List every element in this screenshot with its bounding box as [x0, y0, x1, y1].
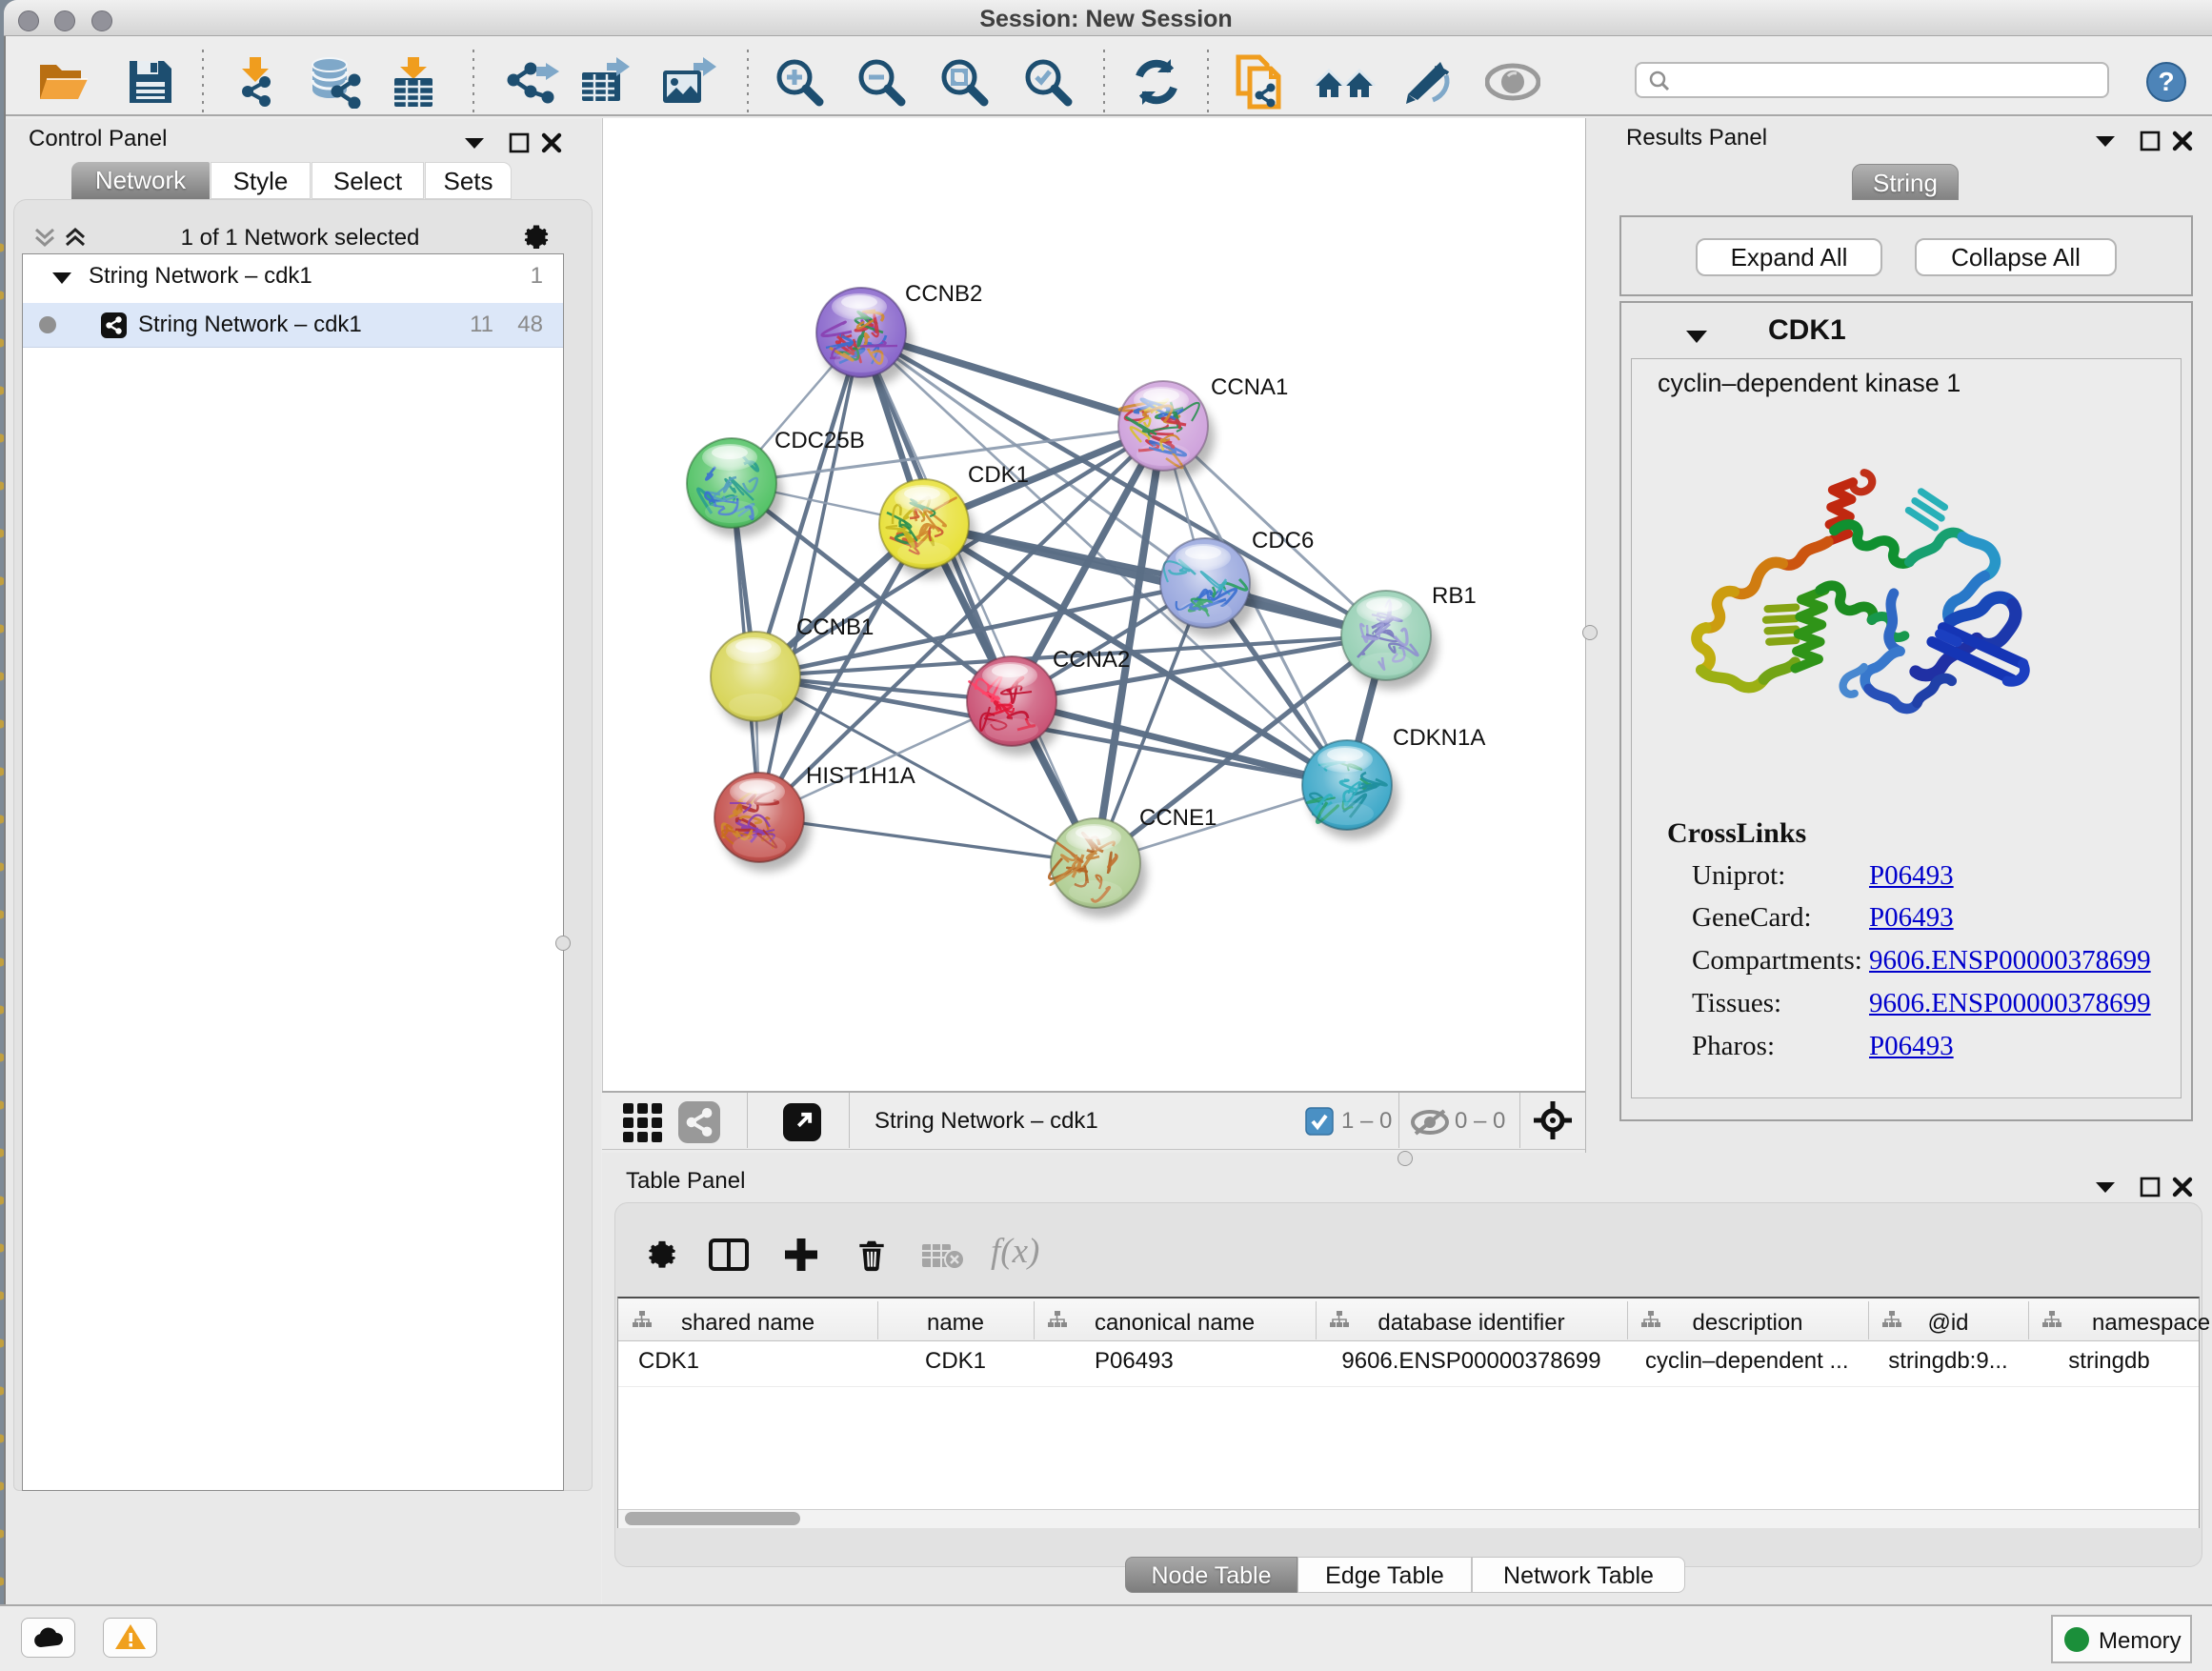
svg-text:CDKN1A: CDKN1A: [1393, 725, 1485, 751]
svg-text:CDK1: CDK1: [968, 462, 1029, 488]
svg-text:RB1: RB1: [1432, 583, 1477, 609]
svg-text:HIST1H1A: HIST1H1A: [806, 763, 915, 789]
svg-text:CDC25B: CDC25B: [774, 428, 865, 453]
svg-text:CCNB1: CCNB1: [796, 614, 874, 640]
svg-text:CCNA1: CCNA1: [1211, 374, 1288, 400]
svg-text:CCNE1: CCNE1: [1139, 805, 1217, 831]
svg-text:CCNB2: CCNB2: [905, 281, 982, 307]
svg-text:CCNA2: CCNA2: [1053, 647, 1130, 673]
svg-text:CDC6: CDC6: [1252, 528, 1314, 554]
svg-text:?: ?: [2158, 67, 2174, 96]
